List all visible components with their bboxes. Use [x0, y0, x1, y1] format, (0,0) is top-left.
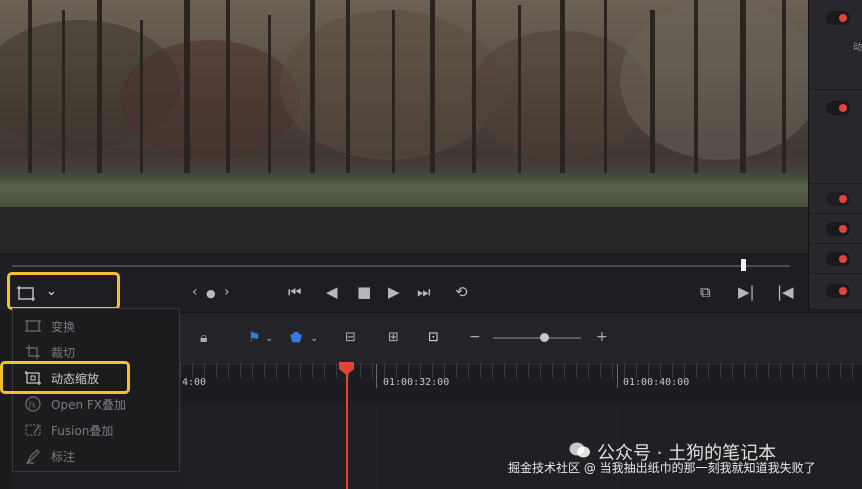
chevron-down-icon[interactable]: ⌄ — [310, 333, 318, 344]
zoom-out-icon[interactable]: − — [469, 329, 481, 345]
zoom-detail-icon[interactable]: ⊞ — [388, 330, 399, 345]
left-panel-edge — [0, 312, 12, 489]
transform-icon — [25, 320, 41, 332]
viewer-bottom-bar — [0, 207, 808, 253]
transport-bar: ‹ ● › ⏮ ◀ ■ ▶ ⏭ ⟲ ⧉ ▶| |◀ — [0, 275, 808, 311]
play-icon[interactable]: ▶ — [388, 283, 400, 301]
inspector-toggle[interactable] — [826, 252, 850, 266]
zoom-slider-knob[interactable] — [540, 333, 549, 342]
scrubber-handle[interactable] — [741, 259, 746, 271]
timecode-label: 01:00:40:00 — [623, 377, 690, 388]
inspector-toggle[interactable] — [826, 192, 850, 206]
marker-icon[interactable]: ⬟ — [290, 330, 302, 346]
svg-text:fx: fx — [28, 401, 37, 410]
jog-left-icon[interactable]: ‹ — [192, 283, 198, 301]
lock-icon[interactable]: 🔒︎ — [200, 330, 207, 346]
go-to-start-icon[interactable]: ⏮ — [288, 283, 302, 301]
video-viewer[interactable] — [0, 0, 808, 207]
watermark-credit: 掘金技术社区 @ 当我抽出纸巾的那一刻我就知道我失败了 — [508, 461, 816, 475]
crop-icon — [26, 345, 40, 359]
dropdown-item-transform[interactable]: 变换 — [13, 313, 179, 339]
dropdown-item-label: Fusion叠加 — [51, 424, 114, 438]
loop-icon[interactable]: ⟲ — [455, 283, 468, 301]
go-to-end-icon[interactable]: ⏭ — [417, 283, 431, 301]
dropdown-item-label: Open FX叠加 — [51, 398, 126, 412]
inspector-panel: 动 — [808, 0, 862, 310]
dropdown-item-label: 变换 — [51, 320, 76, 334]
chevron-down-icon[interactable]: ⌄ — [265, 333, 273, 344]
annotation-icon — [26, 449, 40, 464]
play-reverse-icon[interactable]: ◀ — [326, 283, 338, 301]
zoom-full-icon[interactable]: ⊟ — [345, 330, 356, 345]
ruler-major-tick — [376, 364, 377, 388]
resolve-window: 动 ‹ ● › ⏮ ◀ ■ ▶ ⏭ ⟲ ⧉ ▶| |◀ ⌄ 🔒︎ ⚑ ⌄ ⬟ ⌄… — [0, 0, 862, 489]
inspector-toggle[interactable] — [826, 11, 850, 25]
ruler-major-tick — [617, 364, 618, 388]
mode-button-highlight — [7, 272, 120, 310]
ruler-ticks — [180, 364, 862, 378]
match-frame-icon[interactable]: ⧉ — [700, 283, 711, 301]
dropdown-item-label: 裁切 — [51, 346, 76, 360]
dropdown-item-label: 标注 — [51, 450, 76, 464]
selected-item-highlight — [0, 361, 130, 394]
dropdown-item-openfx[interactable]: fx Open FX叠加 — [13, 391, 179, 417]
jog-dot-icon[interactable]: ● — [206, 285, 216, 303]
inspector-toggle[interactable] — [826, 222, 850, 236]
openfx-icon: fx — [25, 396, 41, 412]
zoom-slider[interactable] — [493, 337, 581, 339]
scrubber-track[interactable] — [12, 265, 790, 267]
inspector-toggle[interactable] — [826, 101, 850, 115]
timecode-label: 4:00 — [182, 377, 207, 388]
inspector-toggle[interactable] — [826, 284, 850, 298]
stop-icon[interactable]: ■ — [357, 283, 371, 301]
zoom-in-icon[interactable]: + — [596, 329, 608, 345]
jog-right-icon[interactable]: › — [224, 283, 230, 301]
fusion-icon — [25, 424, 41, 436]
dropdown-item-fusion[interactable]: Fusion叠加 — [13, 417, 179, 443]
wechat-logo-icon — [569, 442, 590, 458]
next-edit-icon[interactable]: ▶| — [738, 283, 755, 301]
prev-edit-icon[interactable]: |◀ — [777, 283, 794, 301]
playhead[interactable] — [346, 372, 348, 489]
dropdown-item-annotation[interactable]: 标注 — [13, 443, 179, 469]
zoom-custom-icon[interactable]: ⊡ — [428, 330, 439, 345]
timecode-label: 01:00:32:00 — [383, 377, 450, 388]
grid-line — [376, 404, 377, 489]
flag-icon[interactable]: ⚑ — [248, 330, 261, 346]
